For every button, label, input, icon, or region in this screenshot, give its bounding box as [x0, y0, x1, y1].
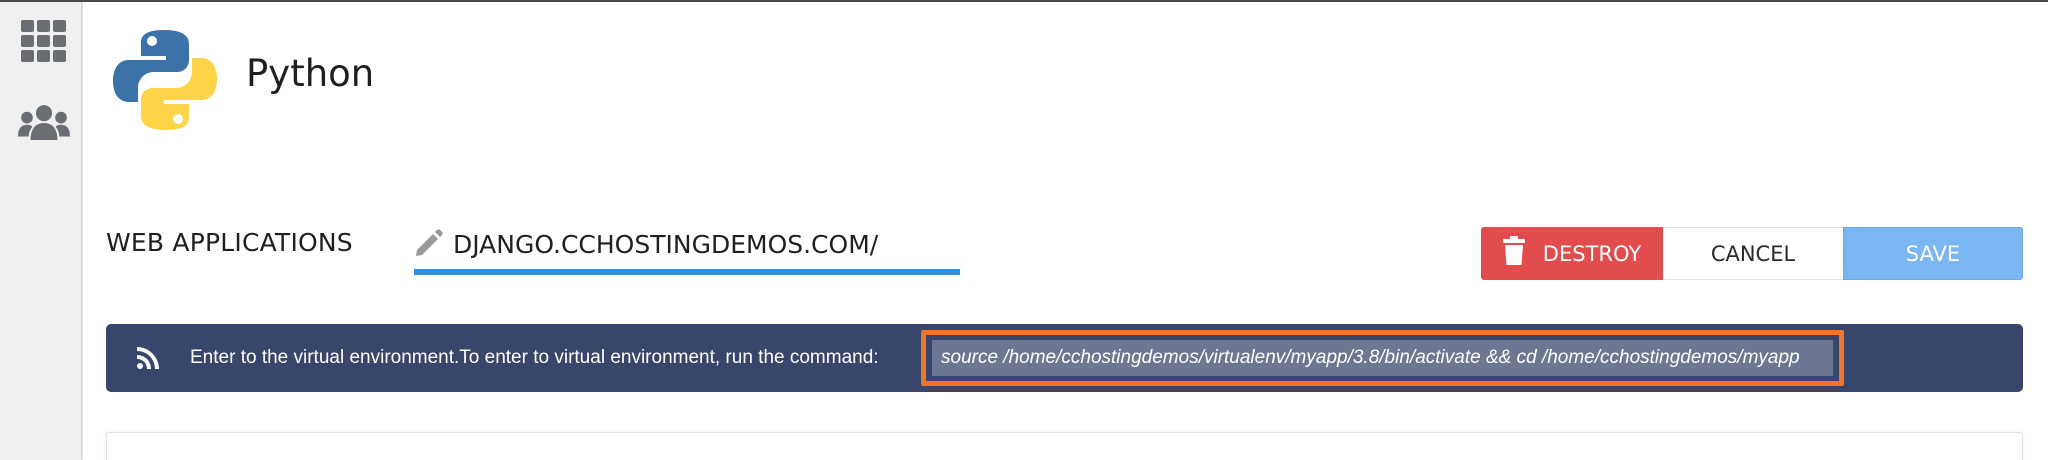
app-name-underline [414, 269, 960, 275]
sidebar [0, 2, 82, 460]
save-button[interactable]: SAVE [1843, 227, 2023, 280]
destroy-button[interactable]: DESTROY [1481, 227, 1663, 280]
app-name-field[interactable]: DJANGO.CCHOSTINGDEMOS.COM/ [414, 222, 960, 277]
trash-icon [1502, 236, 1525, 271]
page-title: Python [246, 52, 375, 95]
activate-command-text[interactable]: source /home/cchostingdemos/virtualenv/m… [932, 340, 1833, 376]
cancel-button[interactable]: CANCEL [1663, 227, 1843, 280]
python-logo [111, 26, 219, 134]
info-banner: Enter to the virtual environment.To ente… [106, 324, 2023, 392]
apps-grid-icon[interactable] [18, 18, 70, 64]
app-name-value: DJANGO.CCHOSTINGDEMOS.COM/ [453, 230, 879, 259]
content-panel [106, 432, 2023, 460]
action-buttons: DESTROY CANCEL SAVE [1481, 227, 2023, 280]
destroy-button-label: DESTROY [1542, 241, 1642, 266]
command-highlight: source /home/cchostingdemos/virtualenv/m… [921, 330, 1844, 386]
users-icon[interactable] [18, 100, 70, 146]
pencil-icon[interactable] [414, 228, 444, 258]
banner-message: Enter to the virtual environment.To ente… [190, 347, 879, 368]
section-label-web-applications: WEB APPLICATIONS [106, 228, 353, 257]
main-content: Python WEB APPLICATIONS DJANGO.CCHOSTING… [83, 2, 2048, 460]
rss-feed-icon [136, 346, 160, 370]
